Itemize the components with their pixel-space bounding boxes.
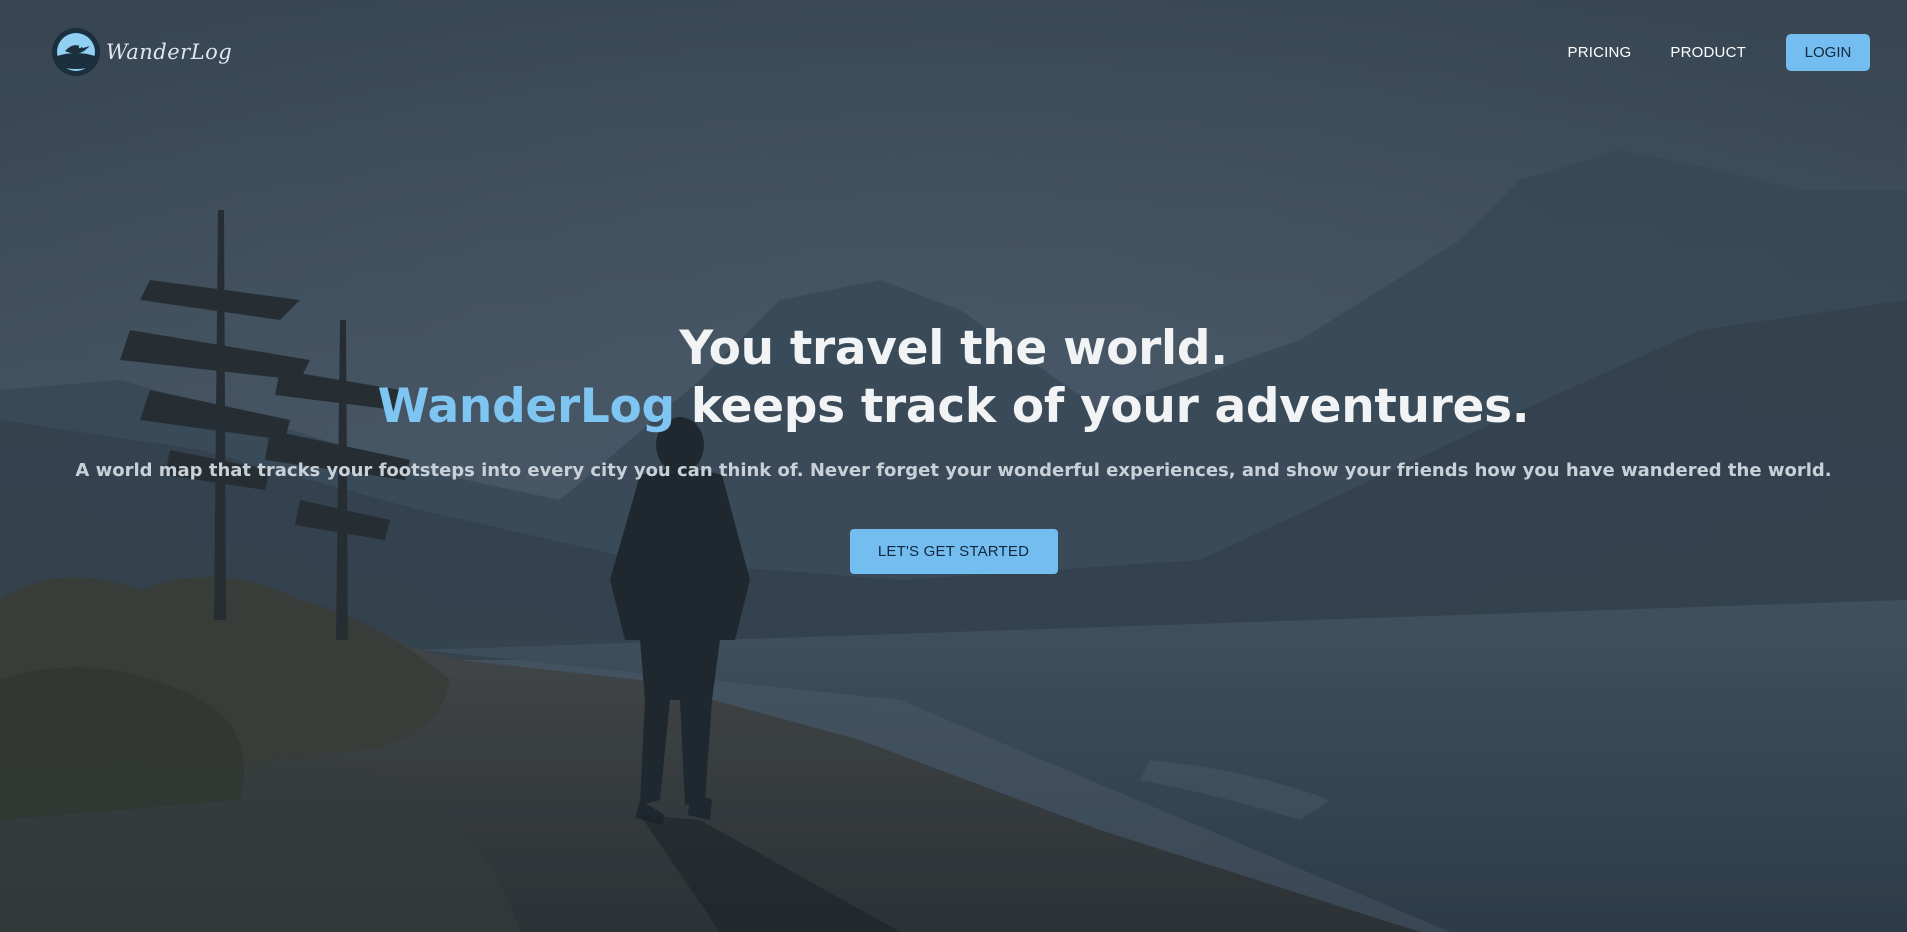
nav-product-link[interactable]: PRODUCT — [1670, 44, 1746, 61]
get-started-button[interactable]: LET'S GET STARTED — [849, 529, 1058, 574]
wanderlog-logo[interactable]: WanderLog — [50, 26, 232, 78]
login-button[interactable]: LOGIN — [1786, 33, 1870, 71]
hero-headline: You travel the world. WanderLog keeps tr… — [0, 320, 1907, 436]
nav-links: PRICING PRODUCT LOGIN — [1568, 33, 1870, 71]
hero-content: You travel the world. WanderLog keeps tr… — [0, 320, 1907, 574]
bird-globe-icon — [52, 28, 100, 76]
headline-line-1: You travel the world. — [679, 321, 1228, 376]
hero-section: WanderLog PRICING PRODUCT LOGIN You trav… — [0, 0, 1907, 932]
nav-pricing-link[interactable]: PRICING — [1568, 44, 1632, 61]
hero-subtext: A world map that tracks your footsteps i… — [75, 460, 1832, 481]
top-navbar: WanderLog PRICING PRODUCT LOGIN — [0, 0, 1907, 104]
headline-brand-name: WanderLog — [377, 379, 676, 434]
logo-text: WanderLog — [106, 40, 233, 64]
headline-line-2: keeps track of your adventures. — [674, 379, 1530, 434]
